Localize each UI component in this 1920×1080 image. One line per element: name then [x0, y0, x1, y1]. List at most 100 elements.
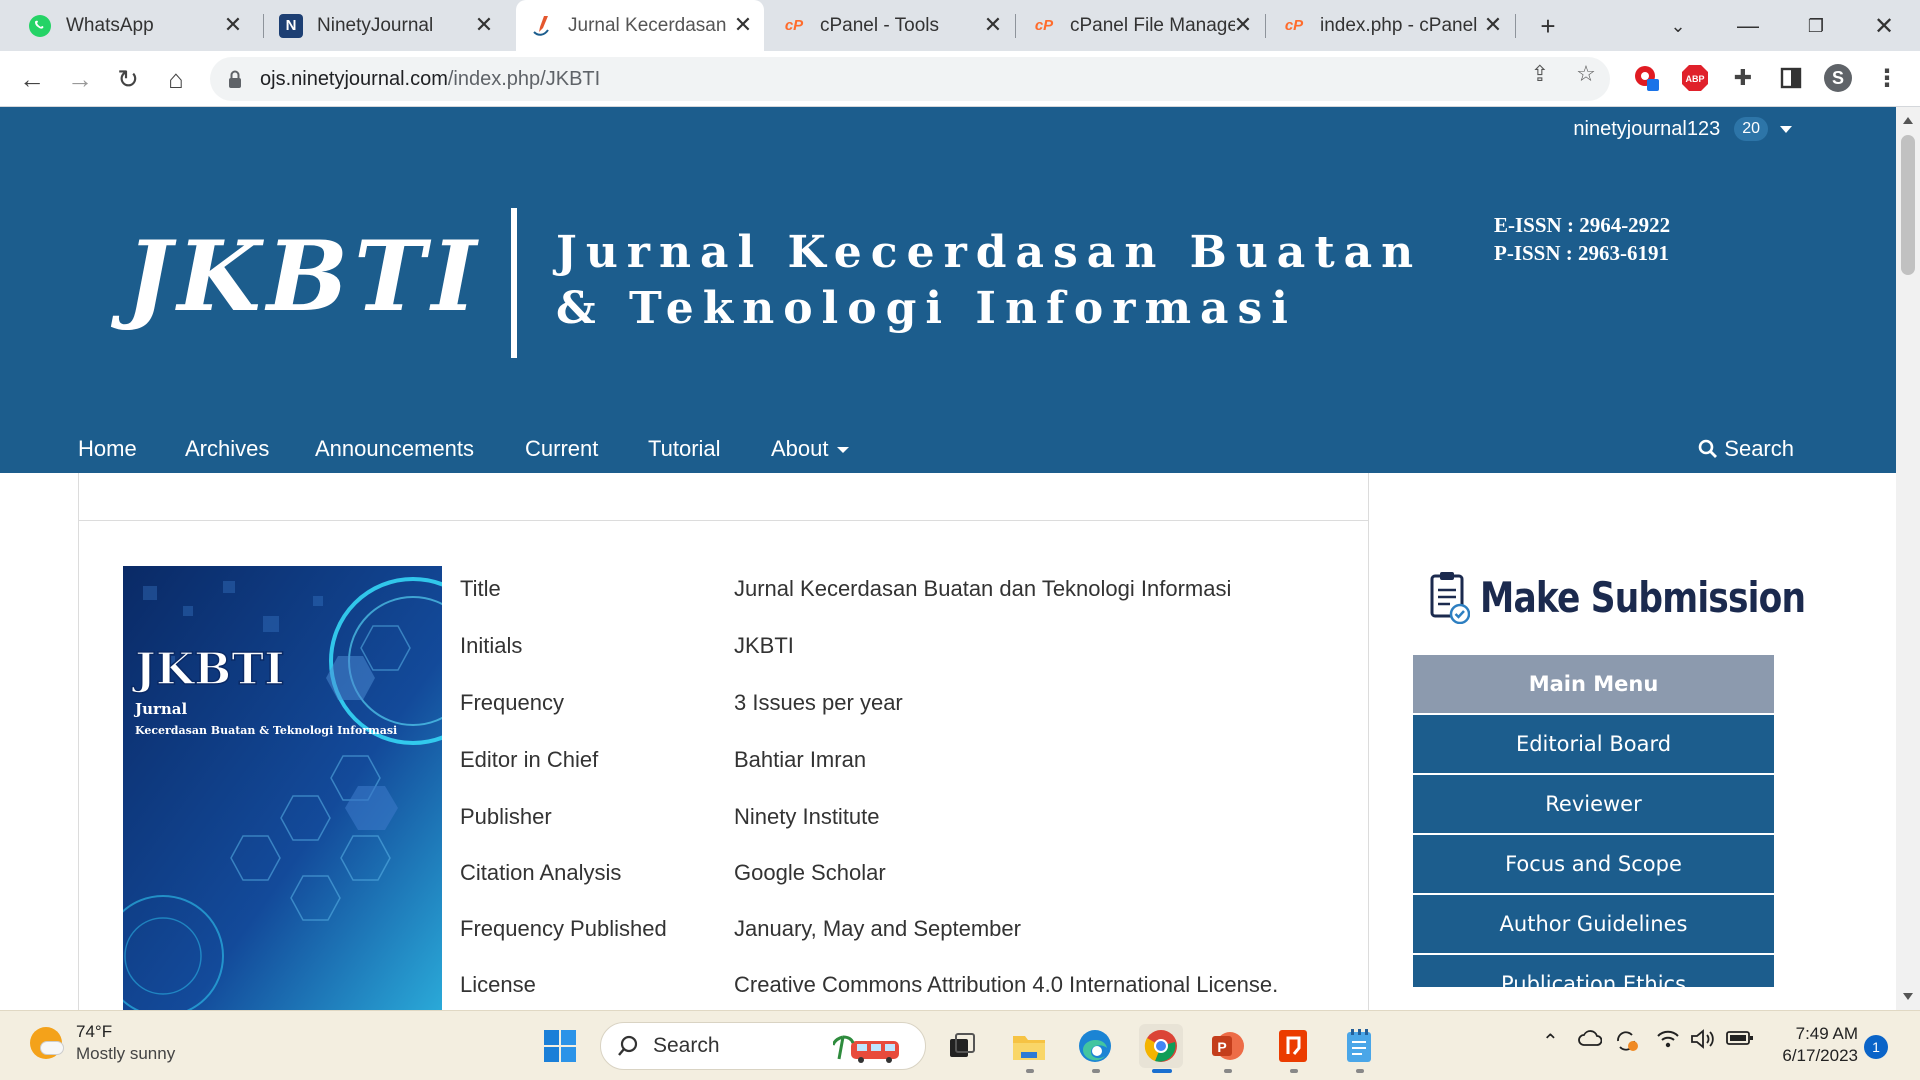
make-submission-label: Make Submission — [1480, 572, 1806, 622]
office-app-icon[interactable] — [1271, 1024, 1315, 1068]
reload-icon[interactable]: ↻ — [108, 59, 148, 99]
profile-avatar-icon[interactable]: S — [1823, 63, 1853, 93]
tab-index-php[interactable]: cP index.php - cPanel ✕ — [1268, 0, 1514, 51]
cover-title: JKBTI — [131, 644, 285, 695]
address-bar[interactable]: ojs.ninetyjournal.com/index.php/JKBTI — [210, 57, 1610, 101]
menu-item-author-guidelines[interactable]: Author Guidelines — [1413, 895, 1774, 953]
main-navigation: Home Archives Announcements Current Tuto… — [0, 425, 1896, 473]
sync-icon[interactable] — [1614, 1029, 1640, 1059]
file-explorer-icon[interactable] — [1007, 1024, 1051, 1068]
tab-title: cPanel - Tools — [820, 14, 939, 36]
nav-about-label: About — [771, 436, 829, 461]
info-key: Citation Analysis — [460, 860, 622, 885]
window-close-icon[interactable]: ✕ — [1866, 8, 1902, 44]
side-panel-icon[interactable] — [1776, 63, 1806, 93]
windows-start-icon[interactable] — [538, 1024, 582, 1068]
chrome-browser-icon[interactable] — [1139, 1024, 1183, 1068]
lock-icon[interactable] — [228, 70, 242, 88]
home-icon[interactable]: ⌂ — [156, 59, 196, 99]
tab-ninetyjournal[interactable]: N NinetyJournal ✕ — [265, 0, 505, 51]
extensions-puzzle-icon[interactable]: ✚ — [1728, 63, 1758, 93]
running-indicator — [1092, 1069, 1100, 1073]
close-icon[interactable]: ✕ — [1232, 14, 1254, 36]
url-text[interactable]: ojs.ninetyjournal.com/index.php/JKBTI — [260, 68, 600, 91]
restore-icon[interactable]: ❐ — [1798, 8, 1834, 44]
scrollbar-thumb[interactable] — [1901, 135, 1915, 275]
tab-jkbti[interactable]: Jurnal Kecerdasan B ✕ — [516, 0, 764, 51]
scroll-up-arrow-icon[interactable] — [1903, 117, 1913, 124]
clipboard-check-icon — [1428, 570, 1470, 624]
clock-date: 6/17/2023 — [1782, 1046, 1858, 1065]
search-highlight-illustration-icon — [833, 1031, 913, 1063]
close-icon[interactable]: ✕ — [473, 14, 495, 36]
info-key: Frequency — [460, 690, 564, 715]
tab-whatsapp[interactable]: WhatsApp ✕ — [14, 0, 254, 51]
task-view-icon[interactable] — [940, 1024, 984, 1068]
menu-item-focus-and-scope[interactable]: Focus and Scope — [1413, 835, 1774, 893]
share-icon[interactable]: ⇪ — [1525, 59, 1555, 89]
minimize-icon[interactable]: — — [1730, 8, 1766, 44]
adblock-plus-icon[interactable]: ABP — [1680, 63, 1710, 93]
nav-about[interactable]: About — [771, 425, 849, 473]
taskbar-search-box[interactable]: Search — [600, 1022, 926, 1070]
nav-announcements[interactable]: Announcements — [315, 425, 474, 473]
main-menu-title: Main Menu — [1413, 655, 1774, 713]
journal-cover-image[interactable]: JKBTI Jurnal Kecerdasan Buatan & Teknolo… — [123, 566, 442, 1010]
volume-icon[interactable] — [1690, 1029, 1716, 1055]
svg-text:P: P — [1217, 1039, 1226, 1055]
notification-count-badge[interactable]: 1 — [1864, 1035, 1888, 1059]
cpanel-icon: cP — [1034, 17, 1054, 34]
url-host: ojs.ninetyjournal.com — [260, 67, 448, 90]
notepad-icon[interactable] — [1337, 1024, 1381, 1068]
info-value: Bahtiar Imran — [734, 747, 867, 772]
new-tab-icon[interactable]: + — [1530, 8, 1566, 44]
nav-current[interactable]: Current — [525, 425, 598, 473]
abp-label: ABP — [1685, 74, 1704, 84]
cover-subtitle-line1: Jurnal — [133, 700, 188, 718]
info-value[interactable]: Google Scholar — [734, 860, 886, 886]
battery-icon[interactable] — [1726, 1029, 1754, 1052]
scroll-down-arrow-icon[interactable] — [1903, 993, 1913, 1000]
svg-text:S: S — [1832, 68, 1844, 88]
tab-cpanel-file-manager[interactable]: cP cPanel File Manage ✕ — [1018, 0, 1264, 51]
extension-red-icon[interactable] — [1632, 63, 1662, 93]
menu-item-reviewer[interactable]: Reviewer — [1413, 775, 1774, 833]
system-clock[interactable]: 7:49 AM 6/17/2023 — [1768, 1023, 1858, 1067]
forward-icon[interactable]: → — [60, 59, 100, 99]
nav-archives[interactable]: Archives — [185, 425, 269, 473]
info-value[interactable]: Creative Commons Attribution 4.0 Interna… — [734, 972, 1278, 998]
make-submission-link[interactable]: Make Submission — [1428, 570, 1877, 624]
running-indicator — [1290, 1069, 1298, 1073]
show-hidden-icons-chevron-icon[interactable]: ⌃ — [1542, 1029, 1559, 1054]
back-icon[interactable]: ← — [12, 59, 52, 99]
weather-widget[interactable]: 74°F Mostly sunny — [30, 1021, 175, 1065]
edge-browser-icon[interactable] — [1073, 1024, 1117, 1068]
close-icon[interactable]: ✕ — [732, 14, 754, 36]
search-label: Search — [1724, 436, 1794, 461]
info-key: Editor in Chief — [460, 747, 599, 772]
nav-tutorial[interactable]: Tutorial — [648, 425, 721, 473]
close-icon[interactable]: ✕ — [1482, 14, 1504, 36]
journal-logo-name[interactable]: Jurnal Kecerdasan Buatan & Teknologi Inf… — [556, 225, 1422, 337]
weather-description: Mostly sunny — [76, 1044, 176, 1063]
menu-item-publication-ethics[interactable]: Publication Ethics — [1413, 955, 1774, 987]
tab-title: WhatsApp — [66, 14, 154, 36]
tab-cpanel-tools[interactable]: cP cPanel - Tools ✕ — [768, 0, 1014, 51]
bookmark-star-icon[interactable]: ☆ — [1571, 59, 1601, 89]
sidebar-main-menu: Main Menu Editorial Board Reviewer Focus… — [1413, 655, 1774, 987]
journal-logo-initials[interactable]: JKBTI — [126, 220, 482, 333]
nav-home[interactable]: Home — [78, 425, 137, 473]
close-icon[interactable]: ✕ — [982, 14, 1004, 36]
powerpoint-icon[interactable]: P — [1205, 1024, 1249, 1068]
logo-divider — [511, 208, 517, 358]
header-search-link[interactable]: Search — [1698, 425, 1794, 473]
browser-menu-icon[interactable]: ⋮ — [1872, 63, 1902, 93]
tab-search-chevron-icon[interactable]: ⌄ — [1660, 8, 1696, 44]
logo-name-line2: & Teknologi Informasi — [556, 283, 1297, 334]
wifi-icon[interactable] — [1656, 1029, 1680, 1055]
close-icon[interactable]: ✕ — [222, 14, 244, 36]
menu-item-editorial-board[interactable]: Editorial Board — [1413, 715, 1774, 773]
page-scrollbar[interactable] — [1896, 107, 1920, 1010]
user-menu[interactable]: ninetyjournal123 20 — [1573, 117, 1792, 141]
onedrive-cloud-icon[interactable] — [1578, 1029, 1603, 1053]
